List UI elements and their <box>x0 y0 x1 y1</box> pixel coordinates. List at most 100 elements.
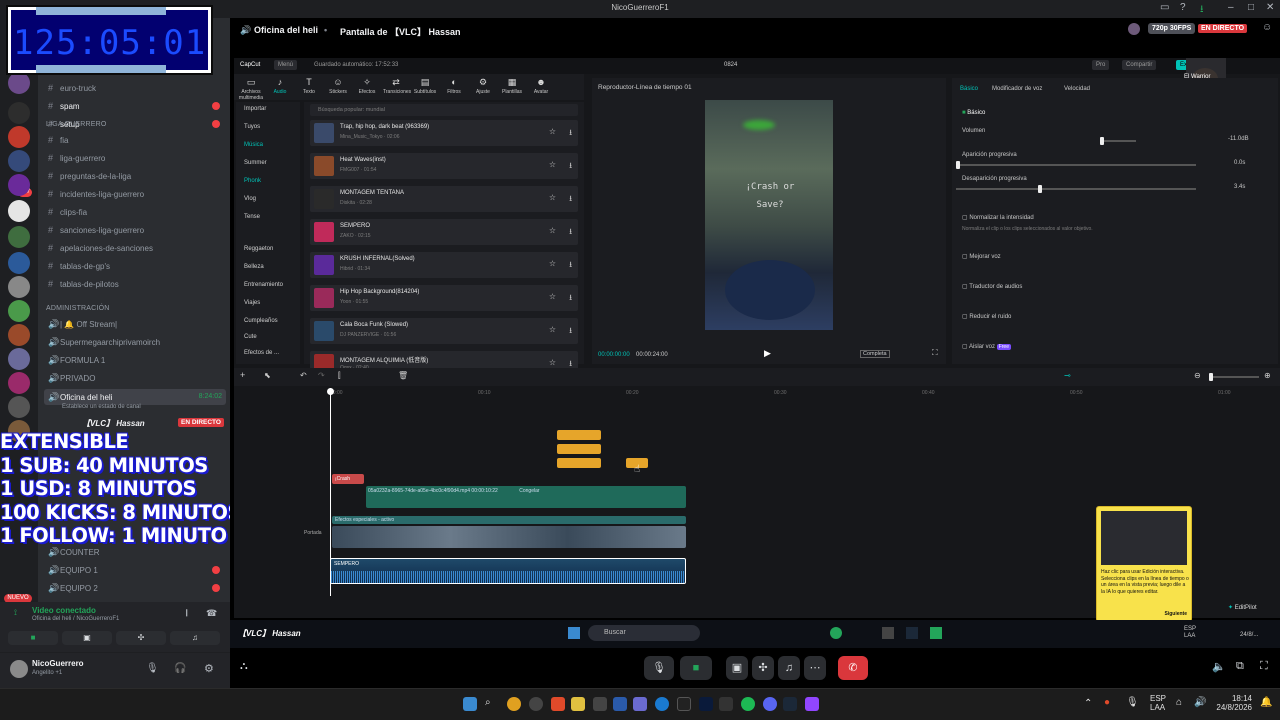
category-item[interactable]: Tense <box>244 214 260 220</box>
people-icon[interactable]: ☺ <box>1262 22 1272 33</box>
activities-button[interactable]: ✣ <box>752 656 774 680</box>
add-icon[interactable]: + <box>240 370 245 380</box>
tray-network-icon[interactable]: ⌂ <box>1176 697 1182 708</box>
app-icon[interactable] <box>930 627 942 639</box>
star-icon[interactable]: ☆ <box>549 127 556 136</box>
category-item[interactable]: Música <box>244 142 263 148</box>
steam-icon[interactable] <box>783 697 797 711</box>
category-item[interactable]: Vlog <box>244 196 256 202</box>
category-item[interactable]: Reggaeton <box>244 246 273 252</box>
server-icon[interactable] <box>8 102 30 124</box>
notification-bell-icon[interactable]: 🔔 <box>1260 697 1272 708</box>
star-icon[interactable]: ☆ <box>549 358 556 367</box>
main-video-clip[interactable] <box>332 526 686 548</box>
play-button[interactable]: ▶ <box>764 348 771 359</box>
audio-track-item[interactable]: Heat Waves(inst) FMG007 · 01:54 ☆ ⭳ <box>310 153 578 179</box>
text-clip[interactable]: ¡Crash <box>332 474 364 484</box>
fadein-slider[interactable] <box>956 161 1196 169</box>
category-item[interactable]: Cumpleaños <box>244 318 278 324</box>
category-item[interactable]: Belleza <box>244 264 264 270</box>
voice-channel-item[interactable]: 🔊EQUIPO 2 <box>48 580 223 596</box>
minimize-button[interactable]: – <box>1228 2 1234 13</box>
channel-item[interactable]: # sanciones-liga-guerrero <box>48 222 223 238</box>
props-tab[interactable]: Modificador de voz <box>992 86 1042 92</box>
steam-icon[interactable] <box>906 627 918 639</box>
tool-tab[interactable]: ▦ Plantillas <box>499 77 525 95</box>
menu-button[interactable]: Menú <box>274 60 298 70</box>
tip-next-button[interactable]: Siguiente <box>1164 611 1187 617</box>
tray-mic-icon[interactable]: 🎙 <box>1126 697 1139 708</box>
star-icon[interactable]: ☆ <box>549 292 556 301</box>
tool-tab[interactable]: ☻ Avatar <box>528 77 554 95</box>
twitch-icon[interactable] <box>805 697 819 711</box>
video-clip[interactable]: 05a0232a-8965-74de-a05e-4bc0c4f90d4.mp4 … <box>366 486 686 508</box>
server-icon[interactable] <box>8 276 30 298</box>
props-tab[interactable]: Básico <box>960 86 978 92</box>
search-box[interactable]: Buscar <box>588 625 700 641</box>
props-tab[interactable]: Velocidad <box>1064 86 1090 92</box>
fadeout-slider[interactable] <box>956 185 1196 193</box>
channel-item[interactable]: # apelaciones-de-sanciones <box>48 240 223 256</box>
voice-channel-item[interactable]: 🔊| 🔔 Off Stream| <box>48 316 223 332</box>
server-icon[interactable] <box>8 72 30 94</box>
fadeout-knob[interactable] <box>1038 185 1042 193</box>
volume-knob[interactable] <box>1100 137 1104 145</box>
brave-icon[interactable] <box>551 697 565 711</box>
channel-item[interactable]: # tablas-de-gp's <box>48 258 223 274</box>
delete-icon[interactable]: 🗑 <box>398 371 408 380</box>
editpilot-button[interactable]: ✦ EditPilot <box>1228 604 1257 611</box>
headphones-icon[interactable]: 🎧 <box>174 663 186 674</box>
discord-icon[interactable] <box>763 697 777 711</box>
volume-icon[interactable]: 🔈 <box>1212 660 1226 673</box>
isolate-toggle[interactable]: ▢ Aislar voz Free <box>962 343 1011 350</box>
server-icon[interactable] <box>8 126 30 148</box>
category-item[interactable]: Viajes <box>244 300 260 306</box>
channel-item[interactable]: # liga-guerrero <box>48 150 223 166</box>
channel-item[interactable]: # incidentes-liga-guerrero <box>48 186 223 202</box>
channel-item[interactable]: # tablas-de-pilotos <box>48 276 223 292</box>
download-icon[interactable]: ⭳ <box>569 292 572 306</box>
photoshop-icon[interactable] <box>699 697 713 711</box>
start-icon[interactable] <box>463 697 477 711</box>
download-icon[interactable]: ⭳ <box>569 226 572 240</box>
category-item[interactable]: Phonk <box>244 178 261 184</box>
category-admin[interactable]: ADMINISTRACIÓN <box>46 305 109 312</box>
tray-volume-icon[interactable]: 🔊 <box>1194 697 1206 708</box>
tool-tab[interactable]: ⚙ Ajuste <box>470 77 496 95</box>
server-icon[interactable] <box>8 252 30 274</box>
server-icon[interactable] <box>8 226 30 248</box>
category-liga[interactable]: LIGA GUERRERO <box>46 121 107 128</box>
tray-language[interactable]: ESP LAA <box>1150 694 1166 712</box>
leave-call-button[interactable]: ✆ <box>838 656 868 680</box>
mic-button[interactable]: 🎙 <box>644 656 674 680</box>
user-status[interactable]: Angelito +1 <box>32 670 62 676</box>
download-icon[interactable]: ⭳ <box>569 325 572 339</box>
app-icon[interactable] <box>882 627 894 639</box>
more-button[interactable]: ⋯ <box>804 656 826 680</box>
download-icon[interactable]: ⭳ <box>569 127 572 141</box>
star-icon[interactable]: ☆ <box>549 160 556 169</box>
cover-label[interactable]: Portada <box>304 530 322 536</box>
channel-item[interactable]: # fia <box>48 132 223 148</box>
channel-status[interactable]: Establece un estado de canal <box>62 404 141 410</box>
fullscreen-icon[interactable]: ⛶ <box>1260 660 1268 673</box>
improve-voice-toggle[interactable]: ▢ Mejorar voz <box>962 253 1001 260</box>
voice-location[interactable]: Oficina del heli / NicoGuerreroF1 <box>32 616 119 622</box>
project-name[interactable]: 0824 <box>724 62 737 68</box>
share-screen-button[interactable]: ▣ <box>726 656 748 680</box>
audio-track-item[interactable]: SEMPERO ZAKO · 02:15 ☆ ⭳ <box>310 219 578 245</box>
server-icon[interactable] <box>8 300 30 322</box>
voice-channel-item[interactable]: 🔊EQUIPO 1 <box>48 562 223 578</box>
undo-icon[interactable]: ↶ <box>300 371 307 380</box>
server-icon[interactable] <box>8 396 30 418</box>
download-icon[interactable]: ⭳ <box>1200 2 1204 19</box>
start-icon[interactable] <box>568 627 580 639</box>
chrome-icon[interactable] <box>507 697 521 711</box>
avatar[interactable] <box>10 660 28 678</box>
select-tool-icon[interactable]: ⬉ <box>264 371 271 380</box>
server-icon[interactable] <box>8 200 30 222</box>
channel-item[interactable]: # euro-truck <box>48 80 223 96</box>
sticker-clip[interactable] <box>557 430 601 440</box>
zoom-slider[interactable] <box>1209 373 1259 381</box>
voice-channel-item[interactable]: 🔊FORMULA 1 <box>48 352 223 368</box>
